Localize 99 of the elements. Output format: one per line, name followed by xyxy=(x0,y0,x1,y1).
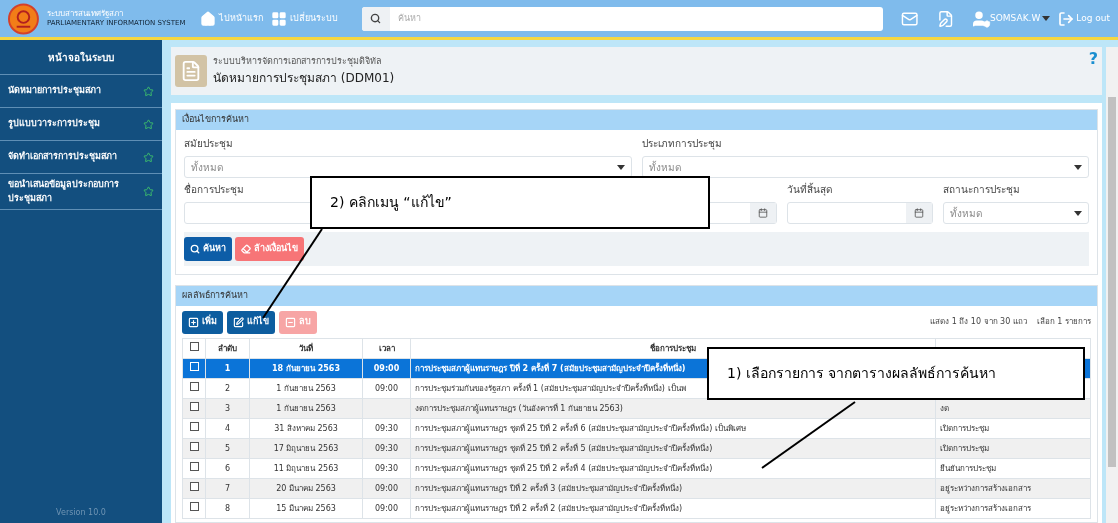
table-cell: 09:00 xyxy=(374,503,399,513)
table-cell: เปิดการประชุม xyxy=(940,443,989,453)
logo-emblem-icon xyxy=(8,2,39,35)
field-label: สถานะการประชุม xyxy=(943,183,1021,198)
checkbox[interactable] xyxy=(189,502,199,511)
search-button[interactable]: ค้นหา xyxy=(184,237,232,261)
dropdown-field[interactable]: ทั้งหมด xyxy=(943,202,1089,224)
system-name: ระบบสารสนเทศรัฐสภา xyxy=(46,9,123,19)
table-cell: 09:30 xyxy=(374,463,399,473)
table-cell: 09:30 xyxy=(374,423,399,433)
checkbox[interactable] xyxy=(189,442,199,451)
table-cell: 09:30 xyxy=(374,443,399,453)
dropdown-field[interactable]: ทั้งหมด xyxy=(184,156,632,178)
page-subtitle: ระบบบริหารจัดการเอกสารการประชุมดิจิทัล xyxy=(213,55,383,69)
table-cell: เปิดการประชุม xyxy=(940,423,989,433)
caret-icon xyxy=(1074,210,1082,216)
table-row[interactable]: 7 20 มีนาคม 2563 09:00 การประชุมสภาผู้แทนราษฎร ปีที่ 2 ครั้งที่ 3 (สมัยประชุมสามัญประจำปีครั้งที่หนึ่ง) อยู่ระหว่างการสร้างเอกสาร xyxy=(182,478,1091,499)
checkbox[interactable] xyxy=(189,342,199,351)
date-field[interactable] xyxy=(787,202,933,224)
calendar-icon xyxy=(914,208,924,218)
user-shield-icon xyxy=(970,9,989,28)
table-cell: 8 xyxy=(224,503,231,513)
table-cell: 20 มีนาคม 2563 xyxy=(276,483,336,493)
field-label: วันที่สิ้นสุด xyxy=(787,182,833,198)
table-cell: การประชุมสภาผู้แทนราษฎร ปีที่ 2 ครั้งที่ 2 (สมัยประชุมสามัญประจำปีครั้งที่หนึ่ง) xyxy=(415,503,683,513)
field-label: สมัยประชุม xyxy=(184,137,234,152)
column-header[interactable]: เวลา xyxy=(378,343,395,353)
callout-tooltip: 2) คลิกเมนู “แก้ไข” xyxy=(310,176,710,229)
column-header[interactable]: ชื่อการประชุม xyxy=(650,343,696,353)
plus-square-icon xyxy=(188,316,199,328)
caret-icon xyxy=(1042,16,1051,21)
table-cell: 1 xyxy=(224,363,231,373)
table-cell: 7 xyxy=(224,483,231,493)
table-cell: การประชุมสภาผู้แทนราษฎร ชุดที่ 25 ปีที่ 2 ครั้งที่ 4 (สมัยประชุมสามัญประจำปีครั้งที่หนึ่ง) xyxy=(415,463,713,473)
table-row[interactable]: 6 11 มิถุนายน 2563 09:30 การประชุมสภาผู้แทนราษฎร ชุดที่ 25 ปีที่ 2 ครั้งที่ 4 (สมัยประชุมสามัญประจำปีครั้งที่หนึ่ง) ยืนยันการประชุม xyxy=(182,458,1091,479)
star-icon xyxy=(143,85,154,97)
panel-header: ผลลัพธ์การค้นหา xyxy=(176,286,1097,306)
table-cell: 09:00 xyxy=(373,363,400,373)
star-icon xyxy=(143,186,154,197)
logout-icon xyxy=(1058,10,1075,27)
add-button[interactable]: เพิ่ม xyxy=(182,310,223,334)
field-label: ชื่อการประชุม xyxy=(184,182,245,198)
table-cell: 11 มิถุนายน 2563 xyxy=(273,463,339,473)
table-cell: การประชุมร่วมกันของรัฐสภา ครั้งที่ 1 (สมัยประชุมสามัญประจำปีครั้งที่หนึ่ง) เป็นพ xyxy=(415,383,686,393)
table-cell: การประชุมสภาผู้แทนราษฎร ชุดที่ 25 ปีที่ 2 ครั้งที่ 5 (สมัยประชุมสามัญประจำปีครั้งที่หนึ่ง) xyxy=(415,443,713,453)
table-cell: 4 xyxy=(224,423,231,433)
caret-icon xyxy=(1074,164,1082,170)
checkbox[interactable] xyxy=(189,462,199,471)
field-label: ประเภทการประชุม xyxy=(641,137,723,152)
table-cell: 18 กันยายน 2563 xyxy=(272,363,340,373)
table-cell: อยู่ระหว่างการสร้างเอกสาร xyxy=(940,483,1031,493)
table-cell: งด xyxy=(940,403,949,413)
column-header[interactable]: วันที่ xyxy=(299,343,313,353)
scrollbar[interactable] xyxy=(1106,47,1118,523)
panel-header: เงื่อนไขการค้นหา xyxy=(176,110,1097,130)
checkbox[interactable] xyxy=(189,422,199,431)
minus-square-icon xyxy=(285,316,296,328)
table-cell: 2 xyxy=(224,383,231,393)
table-cell: 3 xyxy=(224,403,231,413)
table-cell: 17 มิถุนายน 2563 xyxy=(273,443,339,453)
table-cell: งดการประชุมสภาผู้แทนราษฎร (วันอังคารที่ 1 กันยายน 2563) xyxy=(415,403,623,413)
table-cell: ยืนยันการประชุม xyxy=(940,463,996,473)
table-row[interactable]: 4 31 สิงหาคม 2563 09:30 การประชุมสภาผู้แทนราษฎร ชุดที่ 25 ปีที่ 2 ครั้งที่ 6 (สมัยประชุมสามัญประจำปีครั้งที่หนึ่ง) เป็นพิเศษ เปิดการประชุม xyxy=(182,418,1091,439)
table-row[interactable]: 5 17 มิถุนายน 2563 09:30 การประชุมสภาผู้แทนราษฎร ชุดที่ 25 ปีที่ 2 ครั้งที่ 5 (สมัยประชุมสามัญประจำปีครั้งที่หนึ่ง) เปิดการประชุม xyxy=(182,438,1091,459)
caret-icon xyxy=(616,164,625,170)
table-cell: 1 กันยายน 2563 xyxy=(276,403,336,413)
grid-icon xyxy=(270,10,287,27)
table-cell: 6 xyxy=(224,463,231,473)
checkbox[interactable] xyxy=(189,402,199,411)
table-cell: อยู่ระหว่างการสร้างเอกสาร xyxy=(940,503,1031,513)
table-cell: 31 สิงหาคม 2563 xyxy=(274,423,338,433)
calendar-icon xyxy=(758,208,768,218)
eraser-icon xyxy=(241,244,251,254)
search-icon xyxy=(370,13,382,24)
table-cell: 5 xyxy=(224,443,231,453)
table-cell: 09:00 xyxy=(374,483,399,493)
document-icon xyxy=(175,55,207,87)
star-icon xyxy=(143,118,154,130)
edit-icon xyxy=(233,316,244,328)
home-icon xyxy=(199,10,216,27)
edit-button[interactable]: แก้ไข xyxy=(227,310,275,334)
callout-tooltip: 1) เลือกรายการ จากตารางผลลัพธ์การค้นหา xyxy=(707,347,1085,400)
table-row[interactable]: 8 15 มีนาคม 2563 09:00 การประชุมสภาผู้แทนราษฎร ปีที่ 2 ครั้งที่ 2 (สมัยประชุมสามัญประจำปีครั้งที่หนึ่ง) อยู่ระหว่างการสร้างเอกสาร xyxy=(182,498,1091,519)
page-title: นัดหมายการประชุมสภา (DDM01) xyxy=(213,69,396,87)
table-info: แสดง 1 ถึง 10 จาก 30 แถว xyxy=(930,316,1027,328)
table-cell: การประชุมสภาผู้แทนราษฎร ชุดที่ 25 ปีที่ 2 ครั้งที่ 6 (สมัยประชุมสามัญประจำปีครั้งที่หนึ่ง) เป็นพิเศษ xyxy=(415,423,746,433)
table-cell: 15 มีนาคม 2563 xyxy=(276,503,336,513)
table-row[interactable]: 3 1 กันยายน 2563 งดการประชุมสภาผู้แทนราษฎร (วันอังคารที่ 1 กันยายน 2563) งด xyxy=(182,398,1091,419)
table-cell: การประชุมสภาผู้แทนราษฎร ปีที่ 2 ครั้งที่ 7 (สมัยประชุมสามัญประจำปีครั้งที่หนึ่ง) xyxy=(415,363,686,373)
table-cell: การประชุมสภาผู้แทนราษฎร ปีที่ 2 ครั้งที่ 3 (สมัยประชุมสามัญประจำปีครั้งที่หนึ่ง) xyxy=(415,483,683,493)
table-cell: 09:00 xyxy=(374,383,399,393)
search-icon xyxy=(190,244,200,254)
table-cell: 1 กันยายน 2563 xyxy=(276,383,336,393)
version-label: Version 10.0 xyxy=(56,507,106,519)
table-info: เลือก 1 รายการ xyxy=(1036,316,1091,328)
checkbox[interactable] xyxy=(189,482,199,491)
dropdown-field[interactable]: ทั้งหมด xyxy=(641,156,1089,178)
checkbox[interactable] xyxy=(189,382,199,391)
star-icon xyxy=(143,151,154,163)
